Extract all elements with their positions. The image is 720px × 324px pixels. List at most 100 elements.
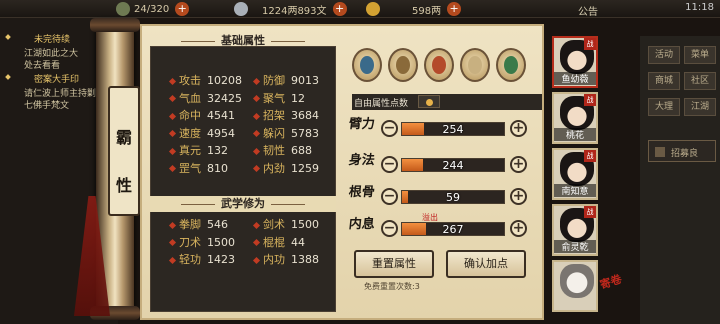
stat-value: 4541: [207, 109, 235, 122]
increase-attribute-button[interactable]: +: [510, 156, 527, 173]
stat-diamond-icon: [168, 221, 177, 229]
scroll-skill-icon[interactable]: [388, 48, 418, 82]
shop-button[interactable]: 商城: [648, 72, 680, 90]
stat-diamond-icon: [252, 129, 261, 138]
menu-button[interactable]: 菜单: [684, 46, 716, 64]
fire-skill-icon[interactable]: [424, 48, 454, 82]
character-card[interactable]: 战桃花: [552, 92, 598, 144]
stat-diamond-icon: [168, 94, 177, 103]
attribute-value: 59: [446, 191, 460, 204]
add-silver-button[interactable]: +: [332, 2, 347, 16]
activity-button[interactable]: 活动: [648, 46, 680, 64]
stat-row: 命中 4541: [168, 107, 235, 122]
increase-attribute-button[interactable]: +: [510, 120, 527, 137]
stat-row: 轻功 1423: [168, 251, 235, 266]
stat-name: 拳脚: [179, 218, 201, 231]
coin-icon: [426, 99, 433, 106]
recruit-icon: [655, 147, 665, 157]
stat-row: 韧性 688: [252, 142, 312, 157]
stat-diamond-icon: [252, 221, 261, 229]
increase-attribute-button[interactable]: +: [510, 188, 527, 205]
character-card[interactable]: 战鱼幼薇: [552, 36, 598, 88]
clock: 11:18: [685, 2, 714, 13]
stat-name: 剑术: [263, 218, 285, 231]
quest-title[interactable]: 密案大手印: [34, 72, 79, 85]
stat-diamond-icon: [168, 238, 177, 247]
character-card-empty[interactable]: [552, 260, 598, 312]
stat-value: 546: [207, 218, 228, 231]
stat-diamond-icon: [252, 112, 261, 120]
stat-name: 速度: [179, 126, 201, 140]
stat-row: 气血 32425: [168, 90, 242, 105]
stat-value: 688: [291, 144, 312, 157]
attribute-value: 267: [442, 223, 464, 236]
stat-value: 10208: [207, 74, 242, 87]
stat-row: 拳脚 546: [168, 216, 228, 231]
recruit-box[interactable]: 招募良: [648, 140, 716, 162]
seal-stamp: 寄卷: [598, 272, 624, 292]
stat-name: 防御: [263, 74, 285, 87]
dali-button[interactable]: 大理: [648, 98, 680, 116]
free-reset-count: 免费重置次数:3: [364, 282, 420, 291]
trait-tag: 霸 性: [108, 86, 140, 216]
stat-name: 内劲: [263, 161, 285, 175]
stat-diamond-icon: [168, 164, 177, 173]
reset-attributes-button[interactable]: 重置属性: [354, 250, 434, 278]
stat-value: 5783: [291, 126, 319, 140]
trait-char: 霸: [115, 128, 132, 147]
decrease-attribute-button[interactable]: −: [381, 120, 398, 137]
increase-attribute-button[interactable]: +: [510, 220, 527, 237]
quest-title[interactable]: 未完待续: [34, 32, 70, 45]
character-name: 俞灵乾: [554, 240, 596, 253]
body-skill-icon[interactable]: [460, 48, 490, 82]
decrease-attribute-button[interactable]: −: [381, 188, 398, 205]
stat-diamond-icon: [252, 94, 261, 103]
silver-counter: 1224两893文 +: [234, 1, 347, 17]
quest-bullet-icon: [5, 74, 11, 80]
panda-portrait: [560, 264, 594, 298]
decrease-attribute-button[interactable]: −: [381, 220, 398, 237]
stat-row: 招架 3684: [252, 107, 319, 122]
stat-diamond-icon: [168, 147, 177, 155]
scroll-cap-top: [90, 18, 140, 32]
gold-value: 598两: [412, 5, 442, 17]
stat-name: 罡气: [179, 161, 201, 175]
community-button[interactable]: 社区: [684, 72, 716, 90]
stat-value: 9013: [291, 74, 319, 87]
silver-value: 1224两893文: [262, 5, 327, 17]
character-skill-icon[interactable]: [352, 48, 382, 82]
stat-row: 聚气 12: [252, 90, 305, 105]
stat-name: 招架: [263, 109, 285, 122]
stat-diamond-icon: [252, 77, 261, 85]
stat-row: 攻击 10208: [168, 72, 242, 87]
top-bar: 24/320 + 1224两893文 + 598两 + 公告 11:18: [0, 0, 720, 18]
add-gold-button[interactable]: +: [447, 2, 462, 16]
recruit-label: 招募良: [671, 149, 699, 159]
right-menu: 活动 菜单 商城 社区 大理 江湖: [640, 36, 720, 324]
stat-row: 剑术 1500: [252, 216, 319, 231]
stat-name: 攻击: [179, 74, 201, 87]
battle-tag: 战: [584, 206, 596, 218]
confirm-points-button[interactable]: 确认加点: [446, 250, 526, 278]
attribute-name: 臂力: [348, 117, 376, 132]
character-card[interactable]: 战南知意: [552, 148, 598, 200]
add-stamina-button[interactable]: +: [175, 2, 190, 16]
attribute-name: 根骨: [348, 185, 376, 200]
stat-name: 气血: [179, 91, 201, 105]
battle-tag: 战: [584, 38, 596, 50]
jade-skill-icon[interactable]: [496, 48, 526, 82]
free-points-label: 自由属性点数: [354, 99, 409, 109]
character-card[interactable]: 战俞灵乾: [552, 204, 598, 256]
stat-name: 命中: [179, 109, 201, 122]
stat-name: 真元: [179, 144, 201, 157]
decrease-attribute-button[interactable]: −: [381, 156, 398, 173]
stamina-counter: 24/320 +: [116, 1, 190, 17]
stat-row: 内功 1388: [252, 251, 319, 266]
stat-row: 躲闪 5783: [252, 125, 319, 140]
stat-value: 1259: [291, 161, 319, 175]
attribute-bar: 254: [401, 122, 505, 136]
battle-tag: 战: [584, 150, 596, 162]
notice-button[interactable]: 公告: [578, 3, 598, 18]
attribute-name: 身法: [348, 153, 376, 168]
jianghu-button[interactable]: 江湖: [684, 98, 716, 116]
